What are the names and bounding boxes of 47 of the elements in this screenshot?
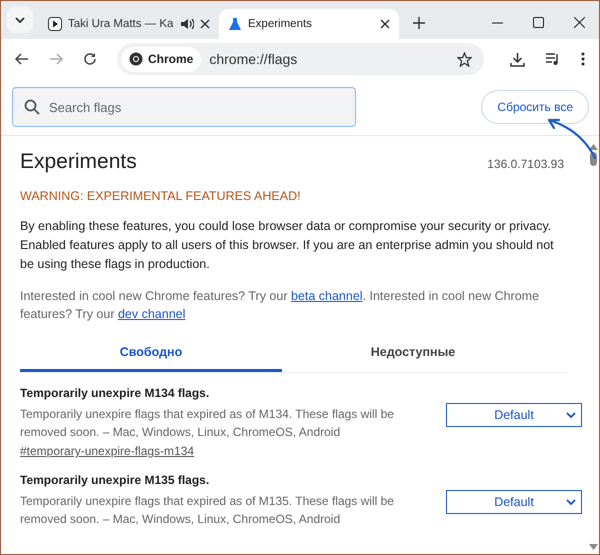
flag-anchor-link[interactable]: #temporary-unexpire-flags-m134 bbox=[20, 444, 194, 458]
close-icon[interactable] bbox=[380, 19, 390, 29]
star-icon[interactable] bbox=[457, 52, 472, 66]
download-icon[interactable] bbox=[510, 52, 525, 66]
scroll-down-icon[interactable] bbox=[588, 544, 598, 550]
flag-dropdown[interactable]: Default bbox=[446, 403, 582, 427]
close-icon[interactable] bbox=[200, 19, 210, 29]
flag-description: Temporarily unexpire flags that expired as of M135. These flags will be removed soon. – Mac, Windows, Linux, ChromeOS, Android bbox=[20, 493, 395, 528]
search-field[interactable]: Search flags bbox=[12, 87, 356, 127]
flask-icon bbox=[228, 17, 242, 31]
filter-tab[interactable]: Недоступные bbox=[282, 345, 544, 372]
playlist-icon[interactable] bbox=[545, 52, 561, 66]
browser-tab[interactable]: Taki Ura Matts — Ka bbox=[39, 9, 219, 39]
page-title: Experiments bbox=[20, 150, 137, 174]
warning-text: WARNING: EXPERIMENTAL FEATURES AHEAD! bbox=[20, 189, 302, 203]
play-icon bbox=[48, 17, 62, 31]
channel-link[interactable]: dev channel bbox=[118, 307, 186, 321]
maximize-icon[interactable] bbox=[533, 17, 544, 28]
reload-icon[interactable] bbox=[83, 52, 97, 66]
url-text: chrome://flags bbox=[209, 51, 298, 67]
filter-tab[interactable]: Свободно bbox=[20, 345, 282, 372]
channel-link[interactable]: beta channel bbox=[290, 289, 363, 303]
back-icon[interactable] bbox=[15, 53, 29, 65]
reset-all-button[interactable]: Сбросить все bbox=[481, 90, 589, 124]
channel-paragraph: Interested in cool new Chrome features? Try our beta channel. Interested in cool new Chrome features? Try our dev channel bbox=[20, 288, 540, 323]
chevron-down-icon bbox=[566, 412, 576, 418]
flag-title: Temporarily unexpire M135 flags. bbox=[20, 473, 210, 487]
address-bar[interactable]: Chrome chrome://flags bbox=[117, 43, 484, 75]
flag-description: Temporarily unexpire flags that expired as of M134. These flags will be removed soon. – Mac, Windows, Linux, ChromeOS, Android bbox=[20, 406, 395, 441]
scroll-up-icon[interactable] bbox=[588, 144, 598, 150]
intro-paragraph: By enabling these features, you could lose browser data or compromise your security or privacy. Enabled features apply to all users of this browser. If you are an enterprise admin you should not be using these flags in production. bbox=[20, 218, 555, 273]
chevron-down-icon bbox=[15, 16, 25, 24]
version-text: 136.0.7103.93 bbox=[487, 157, 564, 171]
site-chip[interactable]: Chrome bbox=[121, 46, 202, 72]
chevron-down-icon bbox=[566, 498, 576, 506]
close-icon[interactable] bbox=[574, 17, 585, 28]
tab-title: Taki Ura Matts — Ka bbox=[68, 18, 174, 30]
new-tab-icon[interactable] bbox=[413, 17, 425, 29]
speaker-icon[interactable] bbox=[180, 18, 194, 30]
flag-dropdown[interactable]: Default bbox=[446, 490, 582, 514]
tab-search-button[interactable] bbox=[7, 7, 33, 33]
tab-title: Experiments bbox=[248, 18, 313, 30]
chrome-logo-icon bbox=[129, 52, 143, 66]
menu-icon[interactable] bbox=[581, 52, 585, 66]
search-icon bbox=[24, 99, 40, 115]
flag-title: Temporarily unexpire M134 flags. bbox=[20, 386, 210, 400]
browser-tab[interactable]: Experiments bbox=[219, 9, 399, 39]
